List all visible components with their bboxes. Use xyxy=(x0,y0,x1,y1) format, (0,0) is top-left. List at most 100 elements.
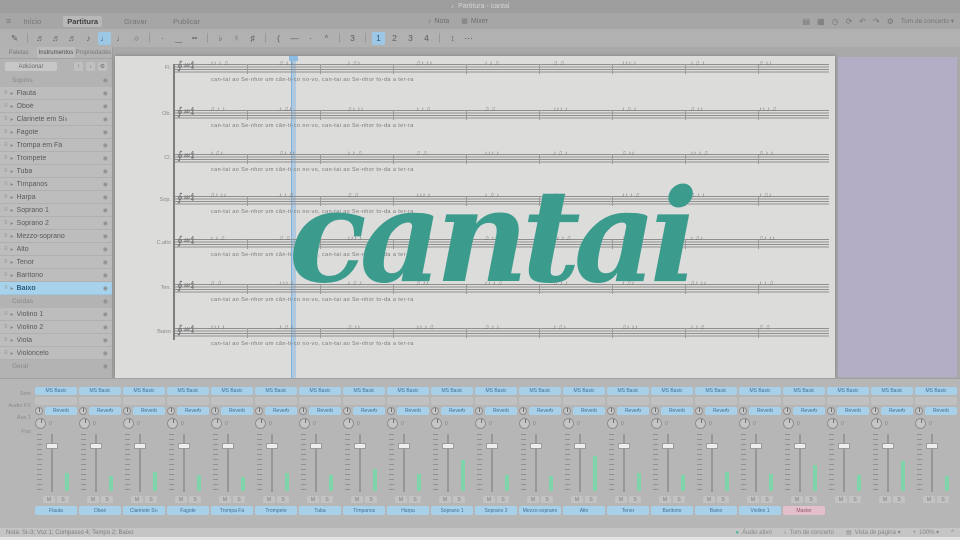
pan-knob[interactable] xyxy=(475,418,486,429)
drag-handle-icon[interactable]: ≡ xyxy=(4,142,8,148)
audio-fx-slot[interactable] xyxy=(299,397,341,405)
fader-handle[interactable] xyxy=(662,443,674,449)
expand-caret-icon[interactable]: ▸ xyxy=(11,311,14,318)
audio-fx-slot[interactable] xyxy=(607,397,649,405)
pan-knob[interactable] xyxy=(255,418,266,429)
fader-handle[interactable] xyxy=(398,443,410,449)
aux-reverb-chip[interactable]: Reverb xyxy=(573,407,605,415)
sound-select-chip[interactable]: MS Basic xyxy=(783,387,825,395)
visibility-eye-icon[interactable]: ◉ xyxy=(103,285,108,292)
fader-handle[interactable] xyxy=(90,443,102,449)
aux-reverb-chip[interactable]: Reverb xyxy=(485,407,517,415)
zoom-level[interactable]: +100% ▾ xyxy=(913,529,940,536)
channel-name-chip[interactable]: Soprano 1 xyxy=(431,506,473,515)
visibility-eye-icon[interactable]: ◉ xyxy=(103,155,108,162)
fader-handle[interactable] xyxy=(838,443,850,449)
move-up-button[interactable]: ↑ xyxy=(74,62,83,71)
aux-send-knob[interactable] xyxy=(431,407,439,415)
instrument-row-violino-1[interactable]: ≡▸Violino 1◉ xyxy=(0,308,112,321)
sound-select-chip[interactable]: MS Basic xyxy=(431,387,473,395)
fader-handle[interactable] xyxy=(310,443,322,449)
solo-button[interactable]: S xyxy=(497,496,509,503)
instrument-row-fagote[interactable]: ≡▸Fagote◉ xyxy=(0,126,112,139)
channel-name-chip[interactable]: Baixo xyxy=(695,506,737,515)
volume-fader[interactable] xyxy=(563,432,605,494)
aux-reverb-chip[interactable]: Reverb xyxy=(221,407,253,415)
sharp-button[interactable]: ♯ xyxy=(246,32,259,45)
solo-button[interactable]: S xyxy=(805,496,817,503)
audio-fx-slot[interactable] xyxy=(695,397,737,405)
volume-fader[interactable] xyxy=(519,432,561,494)
pan-knob[interactable] xyxy=(299,418,310,429)
sound-select-chip[interactable]: MS Basic xyxy=(211,387,253,395)
solo-button[interactable]: S xyxy=(893,496,905,503)
instrument-row-obo[interactable]: ≡▸Oboé◉ xyxy=(0,100,112,113)
drag-handle-icon[interactable]: ≡ xyxy=(4,168,8,174)
duration-eighth-button[interactable]: ♪ xyxy=(82,32,95,45)
aux-reverb-chip[interactable]: Reverb xyxy=(177,407,209,415)
mixer-button[interactable]: ▦Mixer xyxy=(461,17,488,25)
rest-button[interactable]: ╍ xyxy=(188,32,201,45)
visibility-eye-icon[interactable]: ◉ xyxy=(103,142,108,149)
instrument-row-mezzo-soprano[interactable]: ≡▸Mezzo-soprano◉ xyxy=(0,230,112,243)
aux-send-knob[interactable] xyxy=(35,407,43,415)
panel-tab-paletas[interactable]: Paletas xyxy=(0,47,37,58)
sound-select-chip[interactable]: MS Basic xyxy=(871,387,913,395)
sound-select-chip[interactable]: MS Basic xyxy=(123,387,165,395)
expand-caret-icon[interactable]: ▸ xyxy=(11,116,14,123)
sound-select-chip[interactable]: MS Basic xyxy=(475,387,517,395)
visibility-eye-icon[interactable]: ◉ xyxy=(103,129,108,136)
solo-button[interactable]: S xyxy=(321,496,333,503)
visibility-eye-icon[interactable]: ◉ xyxy=(103,220,108,227)
mute-button[interactable]: M xyxy=(43,496,55,503)
visibility-eye-icon[interactable]: ◉ xyxy=(103,350,108,357)
flip-direction-button[interactable]: ↕ xyxy=(446,32,459,45)
volume-fader[interactable] xyxy=(343,432,385,494)
visibility-eye-icon[interactable]: ◉ xyxy=(103,259,108,266)
settings-icon[interactable]: ⚙ xyxy=(887,17,894,26)
instrument-row-t-mpanos[interactable]: ≡▸Tímpanos◉ xyxy=(0,178,112,191)
sound-select-chip[interactable]: MS Basic xyxy=(563,387,605,395)
aux-send-knob[interactable] xyxy=(167,407,175,415)
voice-4-button[interactable]: 4 xyxy=(420,32,433,45)
sound-select-chip[interactable]: MS Basic xyxy=(695,387,737,395)
sound-select-chip[interactable]: MS Basic xyxy=(167,387,209,395)
audio-fx-slot[interactable] xyxy=(255,397,297,405)
fader-handle[interactable] xyxy=(222,443,234,449)
redo-icon[interactable]: ↷ xyxy=(873,17,880,26)
channel-name-chip[interactable]: Harpa xyxy=(387,506,429,515)
volume-fader[interactable] xyxy=(79,432,121,494)
mute-button[interactable]: M xyxy=(615,496,627,503)
drag-handle-icon[interactable]: ≡ xyxy=(4,272,8,278)
visibility-eye-icon[interactable]: ◉ xyxy=(103,194,108,201)
aux-reverb-chip[interactable]: Reverb xyxy=(45,407,77,415)
aux-reverb-chip[interactable]: Reverb xyxy=(89,407,121,415)
fader-handle[interactable] xyxy=(706,443,718,449)
solo-button[interactable]: S xyxy=(101,496,113,503)
sound-select-chip[interactable]: MS Basic xyxy=(915,387,957,395)
channel-name-chip[interactable]: Barítono xyxy=(651,506,693,515)
visibility-eye-icon[interactable]: ◉ xyxy=(103,311,108,318)
audio-fx-slot[interactable] xyxy=(519,397,561,405)
solo-button[interactable]: S xyxy=(233,496,245,503)
drag-handle-icon[interactable]: ≡ xyxy=(4,350,8,356)
aux-reverb-chip[interactable]: Reverb xyxy=(441,407,473,415)
sound-select-chip[interactable]: MS Basic xyxy=(299,387,341,395)
aux-reverb-chip[interactable]: Reverb xyxy=(925,407,957,415)
expand-caret-icon[interactable]: ▸ xyxy=(11,220,14,227)
instrument-row-flauta[interactable]: ≡▸Flauta◉ xyxy=(0,87,112,100)
aux-send-knob[interactable] xyxy=(387,407,395,415)
drag-handle-icon[interactable]: ≡ xyxy=(4,103,8,109)
pan-knob[interactable] xyxy=(651,418,662,429)
mute-button[interactable]: M xyxy=(483,496,495,503)
expand-caret-icon[interactable]: ▸ xyxy=(11,103,14,110)
mute-button[interactable]: M xyxy=(87,496,99,503)
channel-name-chip[interactable]: Tenor xyxy=(607,506,649,515)
visibility-eye-icon[interactable]: ◉ xyxy=(103,363,108,370)
aux-reverb-chip[interactable]: Reverb xyxy=(265,407,297,415)
audio-fx-slot[interactable] xyxy=(123,397,165,405)
visibility-eye-icon[interactable]: ◉ xyxy=(103,181,108,188)
marcato-button[interactable]: ^ xyxy=(320,32,333,45)
sound-select-chip[interactable]: MS Basic xyxy=(35,387,77,395)
channel-name-chip[interactable]: Mezzo-soprano xyxy=(519,506,561,515)
